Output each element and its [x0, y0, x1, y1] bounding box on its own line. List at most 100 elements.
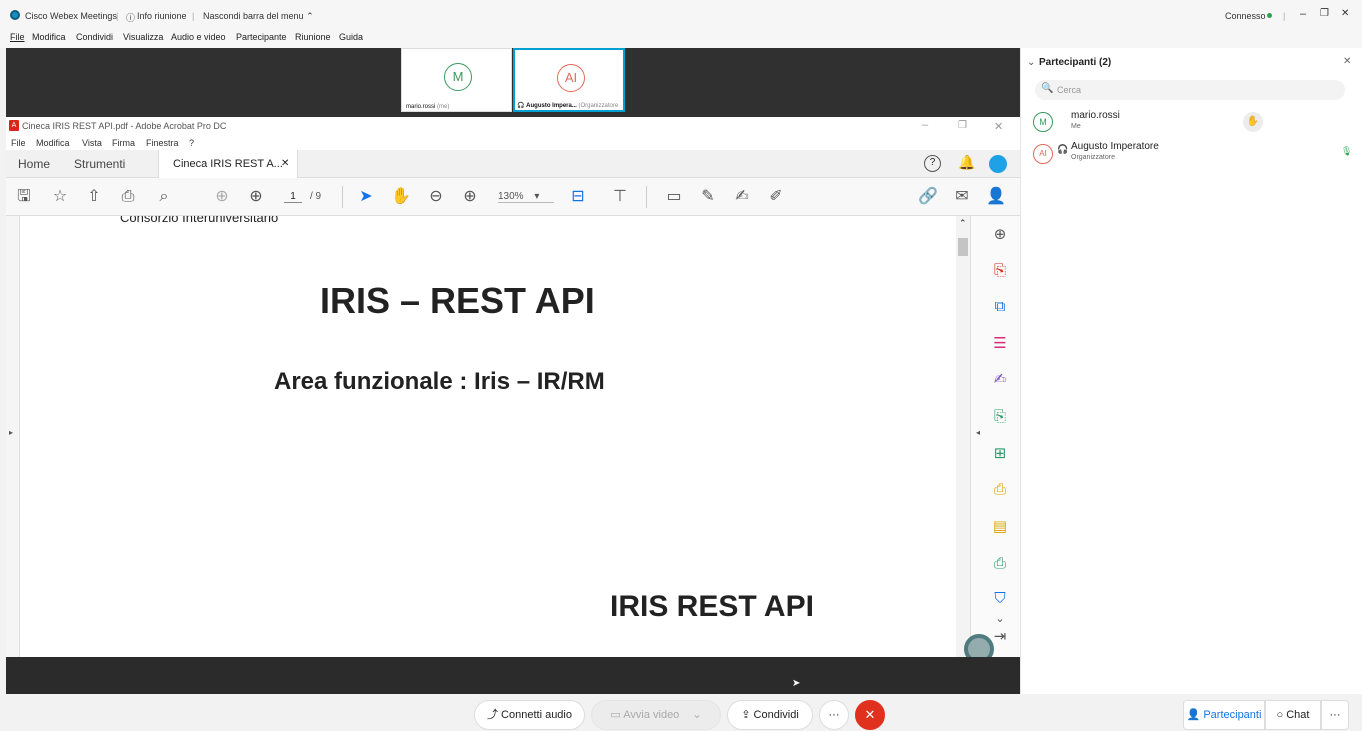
acro-menu-help[interactable]: ? — [189, 138, 194, 148]
bell-icon[interactable]: 🔔 — [958, 154, 975, 171]
hide-menu-button[interactable]: Nascondi barra del menu ⌃ — [203, 11, 314, 22]
menu-audio-video[interactable]: Audio e video — [171, 32, 226, 42]
print-production-icon[interactable]: ⎙ — [989, 553, 1011, 575]
acro-menu-vista[interactable]: Vista — [82, 138, 102, 148]
highlight-pen-icon[interactable]: ✎ — [698, 187, 718, 207]
participant-row[interactable]: M mario.rossi Me ✋ — [1021, 108, 1362, 138]
more-options-button[interactable]: ··· — [819, 700, 849, 730]
video-tile-mario[interactable]: M mario.rossi (me) — [401, 48, 512, 112]
participants-toggle-button[interactable]: 👤 Partecipanti — [1183, 700, 1265, 730]
comment-tool-icon[interactable]: ▤ — [989, 516, 1011, 538]
participant-row[interactable]: AI 🎧 Augusto Imperatore Organizzatore 🎙 — [1021, 140, 1362, 170]
share-button[interactable]: ⇪ Condividi — [727, 700, 813, 730]
menu-riunione[interactable]: Riunione — [295, 32, 331, 42]
chevron-down-icon[interactable]: ⌄ — [1027, 57, 1035, 68]
left-panel-toggle[interactable]: ▸ — [6, 216, 20, 657]
more-panels-button[interactable]: ··· — [1321, 700, 1349, 730]
create-pdf-icon[interactable]: ⎘ — [989, 260, 1011, 282]
zoom-value: 130% — [498, 191, 524, 202]
dropdown-caret-icon: ▾ — [534, 191, 540, 202]
page-up-icon[interactable]: ⊕ — [212, 187, 232, 207]
tile-suffix: (me) — [437, 104, 450, 110]
participant-name: Augusto Imperatore — [1071, 141, 1159, 152]
menu-modifica[interactable]: Modifica — [32, 32, 66, 42]
save-icon[interactable]: 🖫 — [14, 187, 34, 207]
combine-files-icon[interactable]: ⧉ — [989, 296, 1011, 318]
participant-role: Me — [1071, 123, 1081, 130]
restore-icon[interactable]: ❐ — [1320, 8, 1329, 19]
fill-sign-icon[interactable]: ✍ — [989, 369, 1011, 391]
zoom-in-icon[interactable]: ⊕ — [460, 187, 480, 207]
raise-hand-icon[interactable]: ✋ — [1243, 112, 1263, 132]
tile-name: 🎧 Augusto Impera... (Organizzatore — [517, 102, 618, 109]
zoom-out-icon[interactable]: ⊖ — [426, 187, 446, 207]
close-icon[interactable]: ✕ — [1341, 8, 1349, 19]
star-icon[interactable]: ☆ — [50, 187, 70, 207]
info-meeting-button[interactable]: Info riunione — [137, 11, 187, 21]
print-icon[interactable]: ⎙ — [118, 187, 138, 207]
zoom-select[interactable]: 130% ▾ — [498, 191, 554, 203]
acro-menu-firma[interactable]: Firma — [112, 138, 135, 148]
close-icon[interactable]: ✕ — [994, 120, 1003, 133]
close-tab-icon[interactable]: ✕ — [281, 158, 289, 169]
account-icon[interactable] — [989, 155, 1007, 173]
minimize-icon[interactable]: – — [922, 119, 928, 131]
help-icon[interactable]: ? — [924, 155, 941, 172]
minimize-icon[interactable]: – — [1300, 8, 1306, 20]
acro-menu-modifica[interactable]: Modifica — [36, 138, 70, 148]
tab-strumenti[interactable]: Strumenti — [74, 157, 125, 171]
start-video-button[interactable]: ▭ Avvia video ⌄ — [591, 700, 721, 730]
tab-document[interactable]: Cineca IRIS REST A... ✕ — [158, 150, 298, 178]
menu-condividi[interactable]: Condividi — [76, 32, 113, 42]
menu-guida[interactable]: Guida — [339, 32, 363, 42]
menu-partecipante[interactable]: Partecipante — [236, 32, 287, 42]
acrobat-logo-icon: A — [9, 120, 19, 131]
chevron-up-icon: ⌃ — [306, 11, 314, 21]
page-number-input[interactable]: 1 — [284, 191, 302, 203]
share-label: Condividi — [753, 709, 799, 721]
tab-home[interactable]: Home — [18, 157, 50, 171]
restore-icon[interactable]: ❐ — [958, 120, 967, 131]
video-tile-augusto[interactable]: AI 🎧 Augusto Impera... (Organizzatore — [513, 48, 625, 112]
headset-icon: 🎧 — [517, 103, 525, 109]
page-total: / 9 — [310, 191, 322, 202]
avatar: M — [444, 63, 472, 91]
send-review-icon[interactable]: ⎙ — [989, 479, 1011, 501]
end-call-button[interactable]: ✕ — [855, 700, 885, 730]
separator: | — [192, 11, 195, 21]
menu-visualizza[interactable]: Visualizza — [123, 32, 163, 42]
meeting-controls: ⤴ Connetti audio ▭ Avvia video ⌄ ⇪ Condi… — [0, 694, 1362, 731]
chat-toggle-button[interactable]: ○ Chat — [1265, 700, 1321, 730]
scroll-mode-icon[interactable]: ⊤ — [610, 187, 630, 207]
add-user-icon[interactable]: 👤 — [986, 187, 1006, 207]
connect-audio-button[interactable]: ⤴ Connetti audio — [474, 700, 585, 730]
upload-cloud-icon[interactable]: ⇧ — [84, 187, 104, 207]
link-icon[interactable]: 🔗 — [918, 187, 938, 207]
vertical-scrollbar[interactable]: ⌃ — [956, 216, 970, 657]
menu-file[interactable]: File — [10, 32, 25, 42]
protect-icon[interactable]: ⛉ — [989, 588, 1011, 610]
zoom-tool-icon[interactable]: ⊕ — [989, 224, 1011, 246]
edit-pdf-icon[interactable]: ⊞ — [989, 443, 1011, 465]
acro-menu-file[interactable]: File — [11, 138, 26, 148]
comment-icon[interactable]: ▭ — [664, 187, 684, 207]
export-pdf-icon[interactable]: ⎘ — [989, 406, 1011, 428]
info-icon[interactable]: ⓘ — [126, 11, 135, 24]
select-cursor-icon[interactable]: ➤ — [356, 187, 376, 207]
acro-menu-finestra[interactable]: Finestra — [146, 138, 179, 148]
hand-icon[interactable]: ✋ — [391, 187, 411, 207]
scroll-thumb[interactable] — [958, 238, 968, 256]
search-icon[interactable]: ⌕ — [154, 187, 174, 207]
chevron-down-icon[interactable]: ⌄ — [692, 709, 701, 721]
page-down-icon[interactable]: ⊕ — [246, 187, 266, 207]
email-icon[interactable]: ✉ — [952, 187, 972, 207]
organize-pages-icon[interactable]: ☰ — [989, 333, 1011, 355]
scroll-up-icon[interactable]: ⌃ — [959, 218, 967, 229]
fit-page-icon[interactable]: ⊟ — [568, 187, 588, 207]
close-panel-icon[interactable]: ✕ — [1343, 56, 1351, 67]
tile-name-text: Augusto Impera... — [526, 103, 577, 109]
sign-icon[interactable]: ✍ — [732, 187, 752, 207]
participant-search[interactable]: 🔍 Cerca — [1035, 80, 1345, 100]
share-edit-icon[interactable]: ✐ — [766, 187, 786, 207]
collapse-left-icon[interactable]: ◂ — [976, 428, 980, 437]
